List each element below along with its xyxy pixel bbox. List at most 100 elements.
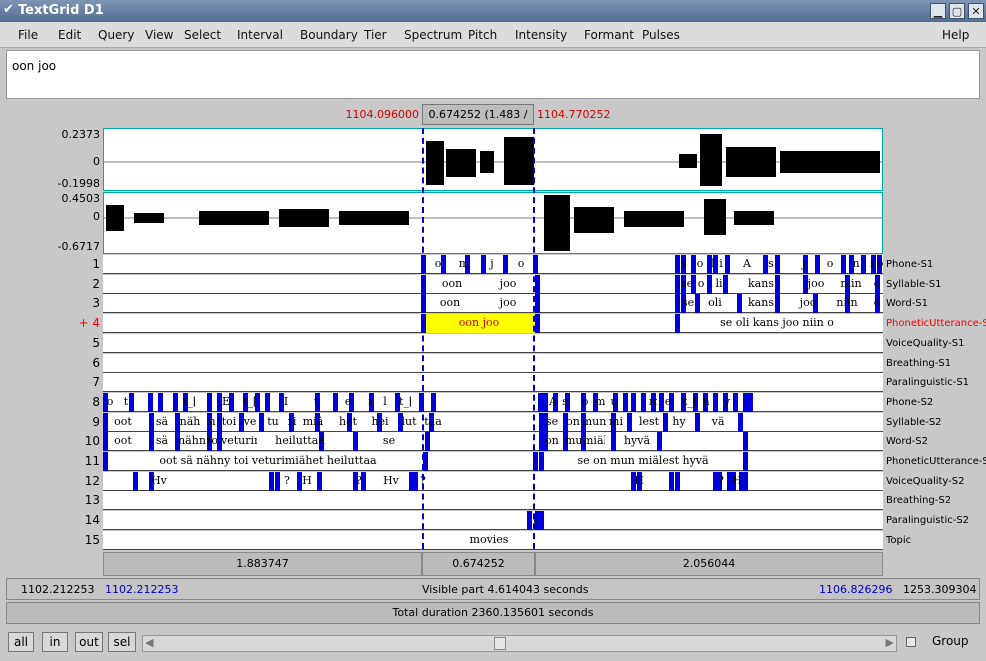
interval-boundary[interactable] xyxy=(173,392,178,412)
duration-right[interactable]: 2.056044 xyxy=(535,552,883,576)
interval-boundary[interactable] xyxy=(669,471,674,491)
menu-pitch[interactable]: Pitch xyxy=(468,28,497,42)
interval-boundary[interactable] xyxy=(148,392,153,412)
menu-pulses[interactable]: Pulses xyxy=(642,28,680,42)
interval-boundary[interactable] xyxy=(539,511,544,531)
interval-boundary[interactable] xyxy=(641,392,646,412)
tier-number: 11 xyxy=(84,454,100,468)
interval-label: veturimiähet xyxy=(221,434,257,448)
menu-view[interactable]: View xyxy=(145,28,173,42)
interval-boundary[interactable] xyxy=(707,274,712,294)
visible-end-time: 1106.826296 xyxy=(819,583,893,596)
interval-text-field[interactable]: oon joo xyxy=(6,50,980,99)
ch2-max-label: 0.4503 xyxy=(61,192,101,205)
menu-tier[interactable]: Tier xyxy=(364,28,387,42)
zoom-out-button[interactable]: out xyxy=(75,632,103,652)
interval-boundary[interactable] xyxy=(738,412,743,432)
scrollbar-thumb[interactable] xyxy=(494,637,506,650)
interval-label: i xyxy=(368,394,372,408)
menu-edit[interactable]: Edit xyxy=(58,28,81,42)
duration-left[interactable]: 1.883747 xyxy=(103,552,422,576)
interval-label: näh xyxy=(179,414,201,428)
scroll-right-arrow-icon[interactable]: ▶ xyxy=(886,636,894,649)
interval-label: hy xyxy=(672,414,686,428)
interval-label: mun xyxy=(565,434,581,448)
interval-boundary[interactable] xyxy=(317,471,322,491)
time-scrollbar[interactable]: ◀ ▶ xyxy=(142,635,897,652)
total-duration-bar[interactable]: Total duration 2360.135601 seconds xyxy=(6,602,980,624)
interval-boundary[interactable] xyxy=(158,392,163,412)
interval-boundary[interactable] xyxy=(627,412,632,432)
interval-boundary[interactable] xyxy=(535,274,540,294)
tier-name: Paralinguistic-S2 xyxy=(886,515,970,527)
close-button[interactable]: ✕ xyxy=(968,3,984,19)
interval-label: t xyxy=(313,394,319,408)
duration-selected[interactable]: 0.674252 xyxy=(422,552,535,576)
maximize-button[interactable]: ▢ xyxy=(949,3,965,19)
menu-select[interactable]: Select xyxy=(184,28,221,42)
group-checkbox[interactable] xyxy=(906,637,916,647)
menu-file[interactable]: File xyxy=(18,28,38,42)
menu-query[interactable]: Query xyxy=(98,28,134,42)
interval-label: o xyxy=(826,257,834,270)
menu-boundary[interactable]: Boundary xyxy=(300,28,358,42)
interval-boundary[interactable] xyxy=(743,471,748,491)
interval-label: o xyxy=(106,394,114,408)
interval-boundary[interactable] xyxy=(748,392,753,412)
interval-boundary[interactable] xyxy=(675,471,680,491)
interval-boundary[interactable] xyxy=(333,392,338,412)
tier-name: PhoneticUtterance-S2 xyxy=(886,456,986,467)
menu-intensity[interactable]: Intensity xyxy=(515,28,567,42)
interval-label: I xyxy=(283,394,289,408)
menu-help[interactable]: Help xyxy=(942,28,969,42)
zoom-sel-button[interactable]: sel xyxy=(108,632,136,652)
tier-name: Word-S2 xyxy=(886,436,929,448)
interval-boundary[interactable] xyxy=(265,392,270,412)
interval-label: t xyxy=(123,394,129,408)
tier-name: VoiceQuality-S2 xyxy=(886,475,965,487)
interval-label: t_[ xyxy=(183,394,195,408)
interval-label: mi xyxy=(609,414,623,428)
zoom-in-button[interactable]: in xyxy=(42,632,68,652)
interval-boundary[interactable] xyxy=(623,392,628,412)
interval-boundary[interactable] xyxy=(269,471,274,491)
interval-label: joo xyxy=(799,296,817,310)
scroll-left-arrow-icon[interactable]: ◀ xyxy=(145,636,153,649)
interval-boundary[interactable] xyxy=(535,294,540,314)
interval-label: tu xyxy=(267,414,279,428)
menu-interval[interactable]: Interval xyxy=(237,28,283,42)
interval-boundary[interactable] xyxy=(743,432,748,452)
interval-boundary[interactable] xyxy=(725,255,730,274)
interval-boundary[interactable] xyxy=(103,452,108,471)
minimize-button[interactable]: ▁ xyxy=(930,3,946,19)
interval-boundary[interactable] xyxy=(207,392,212,412)
interval-boundary[interactable] xyxy=(535,314,540,334)
tier-number: 12 xyxy=(84,473,100,488)
interval-boundary[interactable] xyxy=(841,255,846,274)
window-end-time: 1253.309304 xyxy=(903,583,977,596)
zoom-all-button[interactable]: all xyxy=(8,632,34,652)
interval-boundary[interactable] xyxy=(631,392,636,412)
interval-label: oot xyxy=(114,434,132,448)
interval-label: o xyxy=(873,296,881,310)
tier-number: 10 xyxy=(84,434,100,449)
menu-spectrum[interactable]: Spectrum xyxy=(404,28,462,42)
interval-label: niin xyxy=(836,296,858,310)
tier-name: Syllable-S2 xyxy=(886,416,942,428)
tier-name: Phone-S2 xyxy=(886,396,934,408)
interval-label: miälest xyxy=(583,434,605,448)
interval-label: s xyxy=(768,257,774,270)
window-menu-icon[interactable]: ✔ xyxy=(3,2,14,17)
interval-boundary[interactable] xyxy=(543,392,548,412)
interval-label: o xyxy=(876,257,884,270)
interval-boundary[interactable] xyxy=(695,412,700,432)
tier-name: Topic xyxy=(886,534,912,546)
interval-boundary[interactable] xyxy=(675,274,680,294)
interval-boundary[interactable] xyxy=(713,392,718,412)
interval-boundary[interactable] xyxy=(133,471,138,491)
visible-part-bar[interactable]: 1102.212253 1102.212253 Visible part 4.6… xyxy=(6,578,980,600)
menu-formant[interactable]: Formant xyxy=(584,28,634,42)
interval-boundary[interactable] xyxy=(675,294,680,314)
selection-duration[interactable]: 0.674252 (1.483 / s) xyxy=(422,104,534,140)
interval-boundary[interactable] xyxy=(743,452,748,471)
